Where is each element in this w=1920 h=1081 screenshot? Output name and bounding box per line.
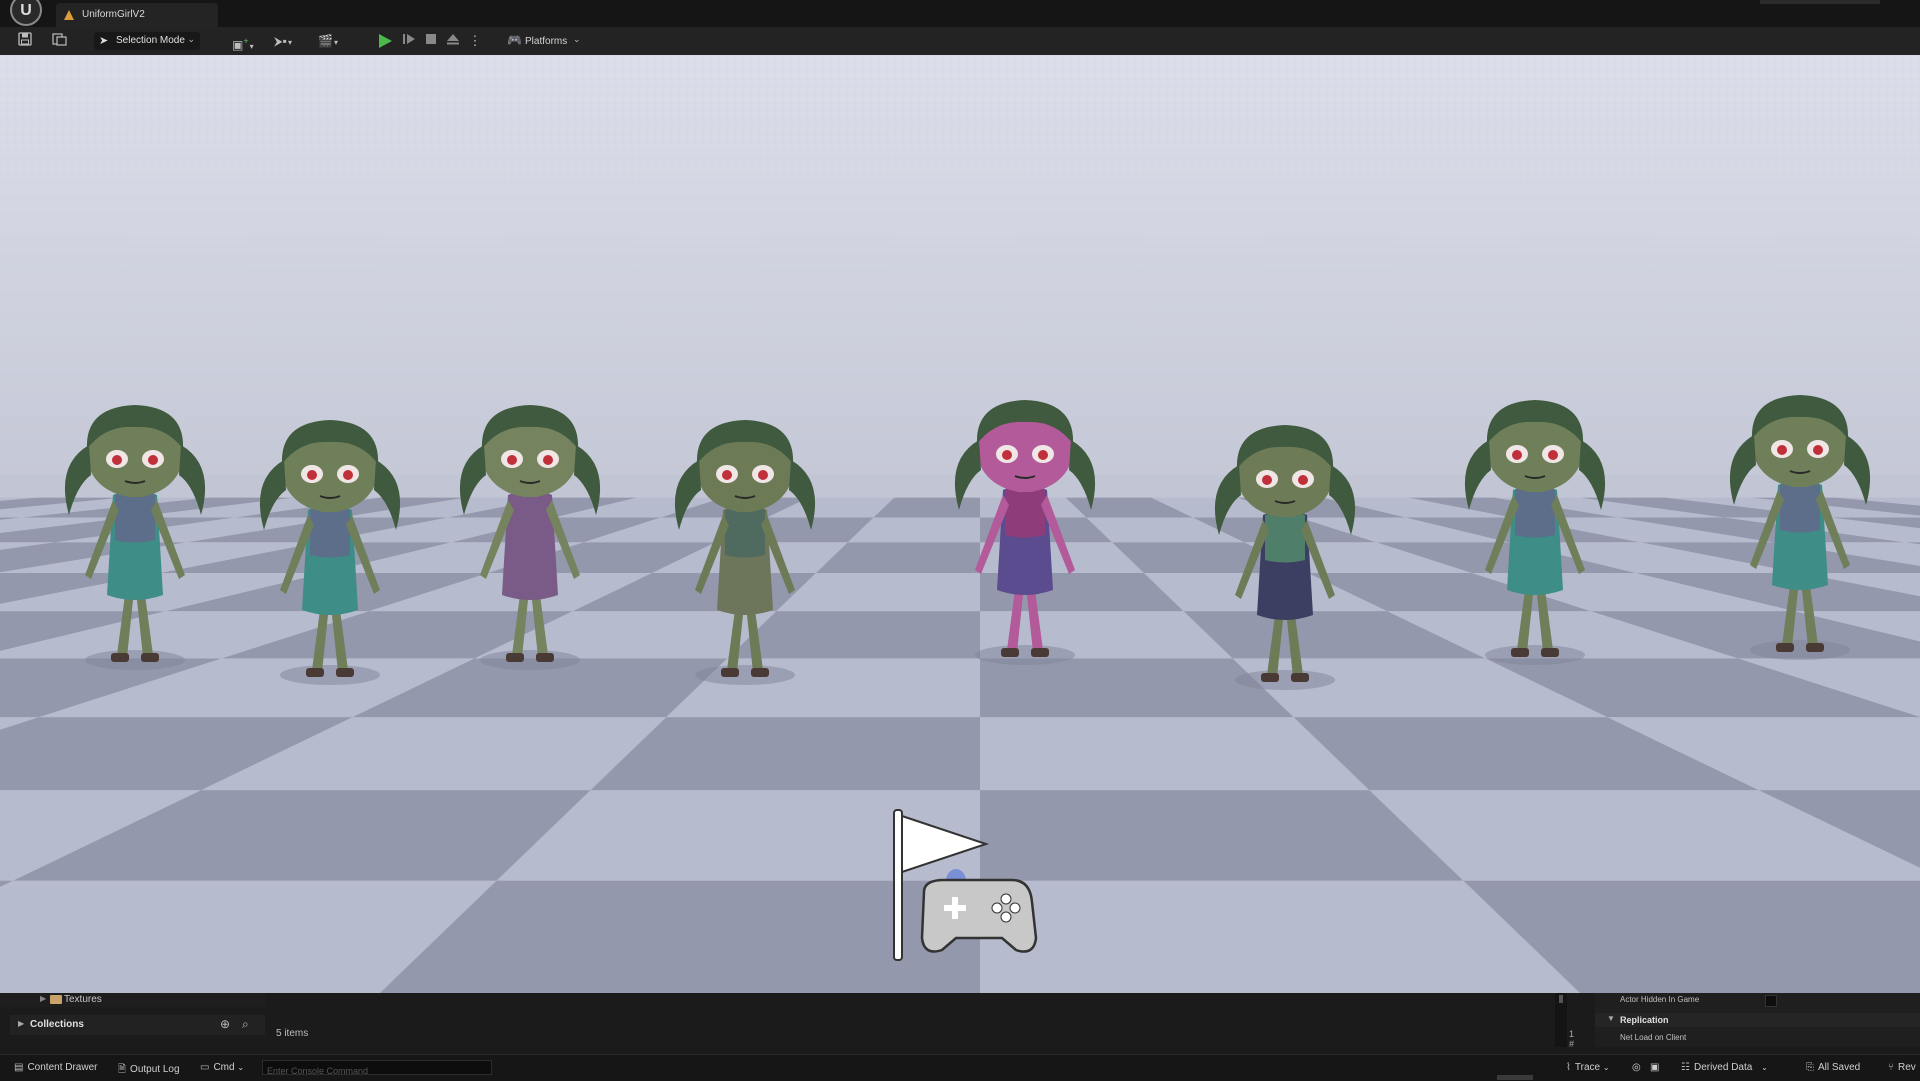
document-tab-label: UniformGirlV2 [82,9,145,20]
folder-icon [50,995,62,1004]
expand-arrow-icon[interactable]: ▶ [18,1019,24,1028]
collections-header[interactable]: ▶ Collections ⊕ ⌕ [10,1015,265,1035]
viewport-scene [0,55,1920,993]
screenshot-icon[interactable]: ▣ [1650,1062,1659,1076]
splitter-grip[interactable] [1559,995,1563,1003]
panel-splitter[interactable]: 1 # [1555,993,1574,1049]
expand-arrow-icon[interactable]: ▶ [40,994,46,1003]
replication-section[interactable]: ▼ Replication [1595,1013,1920,1027]
derived-data-label: Derived Data [1693,1062,1753,1073]
revision-control-button[interactable]: ⑂ Rev [1888,1062,1916,1076]
selection-mode-label: Selection Mode [116,35,185,46]
details-panel: Actor Hidden In Game ▼ Replication Net L… [1595,993,1920,1047]
step-icon[interactable] [400,32,418,50]
actor-hidden-label: Actor Hidden In Game [1620,995,1700,1004]
platforms-label: Platforms [525,36,568,47]
play-icon[interactable] [377,33,393,49]
console-command-field[interactable] [262,1060,492,1078]
document-tab[interactable]: UniformGirlV2 [56,3,218,27]
horizontal-scrollbar[interactable] [1497,1075,1533,1080]
more-options-icon[interactable]: ⋮ [466,32,484,50]
folder-tree-item[interactable]: ▶ Textures [0,993,265,1007]
console-input[interactable] [263,1064,491,1078]
content-drawer-label: Content Drawer [27,1062,98,1073]
eject-icon[interactable] [444,32,462,50]
output-log-button[interactable]: 🗎 Output Log [118,1062,180,1076]
replication-label: Replication [1620,1015,1669,1025]
cmd-label: Cmd [213,1062,235,1073]
derived-data-icon: ☷ [1681,1062,1690,1073]
title-bar: U UniformGirlV2 [0,0,1920,27]
trace-icon: ⌇ [1566,1062,1571,1073]
cursor-icon: ➤ [99,35,109,47]
net-load-label: Net Load on Client [1620,1033,1687,1042]
cinematics-dropdown[interactable]: 🎬▾ [318,32,338,50]
unreal-logo-icon[interactable]: U [10,0,42,26]
chevron-down-icon: ▾ [333,38,338,47]
content-browser-icon[interactable] [50,32,68,50]
actor-hidden-checkbox[interactable] [1765,995,1777,1007]
chevron-down-icon: ▾ [249,42,254,51]
save-status-icon: ⎘ [1806,1062,1814,1073]
cmd-dropdown[interactable]: ▭ Cmd ⌄ [200,1062,244,1076]
add-actor-dropdown[interactable]: ▣+▾ [232,32,254,52]
terminal-icon: ▭ [200,1062,210,1073]
derived-data-dropdown[interactable]: ☷ Derived Data ⌄ [1681,1062,1768,1076]
save-icon[interactable] [16,32,34,50]
output-log-label: Output Log [130,1064,180,1075]
level-icon [64,10,74,20]
blueprint-dropdown[interactable]: ⮞▪▾ [274,32,292,50]
search-icon[interactable]: ⌕ [242,1017,249,1032]
folder-label: Textures [64,994,102,1005]
clapperboard-icon: 🎬 [318,34,333,48]
level-viewport[interactable] [0,55,1920,993]
record-icon[interactable]: ◎ [1632,1062,1641,1076]
add-collection-icon[interactable]: ⊕ [220,1017,230,1031]
items-count: 5 items [276,1028,309,1039]
blueprint-icon: ⮞▪ [274,34,287,48]
window-controls[interactable] [1760,0,1880,4]
collapse-arrow-icon[interactable]: ▼ [1607,1014,1615,1023]
collections-label: Collections [30,1019,84,1030]
main-toolbar: ➤ Selection Mode ⌄ ▣+▾ ⮞▪▾ 🎬▾ ⋮ 🎮 Platfo… [0,27,1920,56]
chevron-down-icon: ⌄ [573,34,581,44]
chevron-down-icon: ⌄ [1761,1063,1768,1072]
chevron-down-icon: ⌄ [237,1063,245,1072]
platforms-icon: 🎮 [507,33,522,47]
content-drawer-button[interactable]: ▤ Content Drawer [14,1062,97,1076]
revision-control-label: Rev [1898,1062,1916,1073]
chevron-down-icon: ⌄ [187,34,195,44]
selection-mode-dropdown[interactable]: ➤ Selection Mode ⌄ [94,32,200,50]
trace-dropdown[interactable]: ⌇ Trace ⌄ [1566,1062,1610,1076]
trace-label: Trace [1574,1062,1601,1073]
content-drawer-icon: ▤ [14,1062,24,1073]
chevron-down-icon: ▾ [287,38,292,47]
output-log-icon: 🗎 [118,1064,127,1075]
chevron-down-icon: ⌄ [1602,1063,1610,1072]
splitter-number: 1 # [1569,1029,1575,1049]
stop-icon[interactable] [422,32,440,50]
revision-control-icon: ⑂ [1888,1062,1894,1073]
add-actor-icon: ▣+ [232,36,249,52]
status-bar: ▤Content Drawer 🗎Output Log ▭Cmd ⌄ ⌇Trac… [0,1054,1920,1081]
all-saved-label: All Saved [1818,1062,1861,1073]
all-saved-button[interactable]: ⎘ All Saved [1806,1062,1860,1076]
